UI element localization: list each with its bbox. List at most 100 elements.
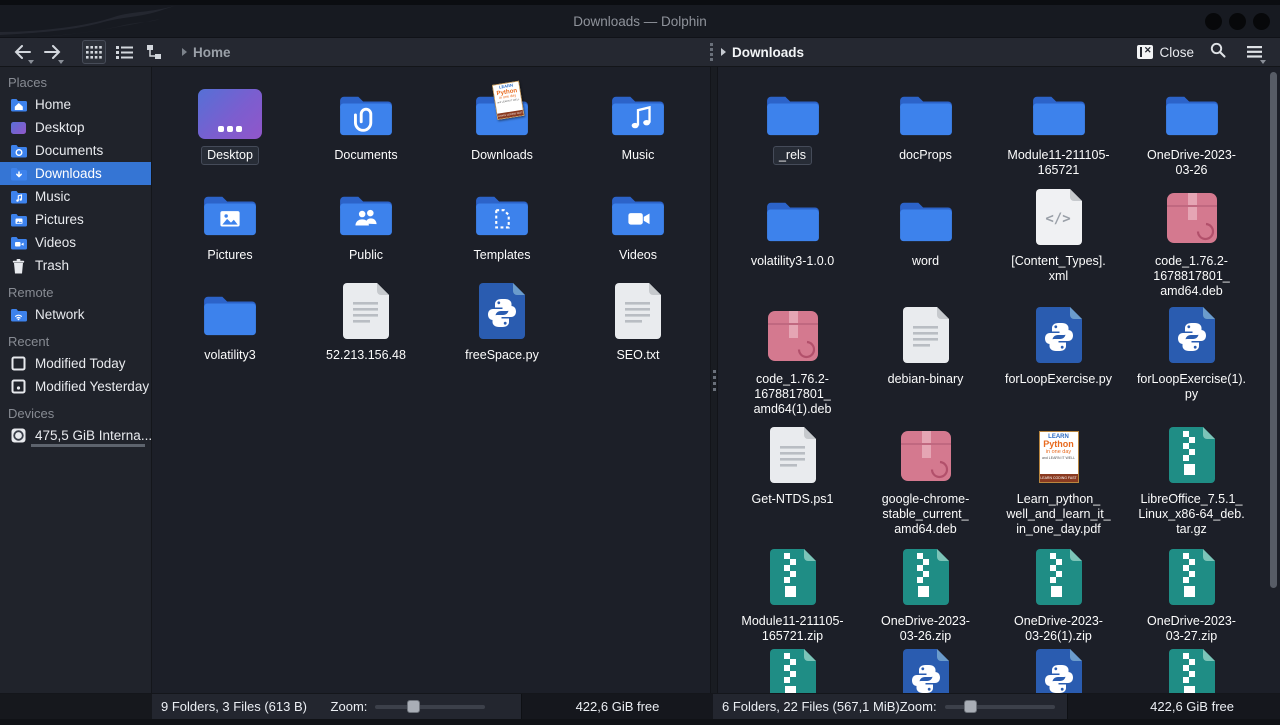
file-item[interactable] (726, 649, 859, 693)
deb-package-icon (1165, 189, 1219, 245)
file-item[interactable]: OneDrive-2023- 03-26(1).zip (992, 549, 1125, 649)
zoom-label: Zoom: (331, 699, 368, 714)
search-button[interactable] (1210, 42, 1226, 63)
sidebar-item-documents[interactable]: Documents (0, 139, 151, 162)
zoom-slider[interactable] (945, 705, 1055, 709)
file-item[interactable]: Module11-211105- 165721.zip (726, 549, 859, 649)
file-label: Learn_python_ well_and_learn_it_ in_one_… (1000, 490, 1116, 539)
breadcrumb[interactable]: Home (182, 45, 231, 60)
sidebar-item-475-5-gib-interna[interactable]: 475,5 GiB Interna... (0, 424, 151, 447)
sidebar-item-trash[interactable]: Trash (0, 254, 151, 277)
file-label: Downloads (465, 146, 539, 165)
file-item[interactable]: code_1.76.2- 1678817801_ amd64.deb (1125, 189, 1258, 307)
file-label: google-chrome- stable_current_ amd64.deb (876, 490, 976, 539)
file-item[interactable]: docProps (859, 83, 992, 189)
left-statusbar: 9 Folders, 3 Files (613 B) Zoom: 422,6 G… (152, 694, 713, 719)
file-label: forLoopExercise.py (999, 370, 1118, 389)
close-window-button[interactable] (1253, 13, 1270, 30)
file-item[interactable] (1125, 649, 1258, 693)
file-label: OneDrive-2023- 03-27.zip (1141, 612, 1242, 646)
forward-history-caret (58, 60, 64, 64)
disk-device-icon (9, 427, 27, 444)
sidebar-item-network[interactable]: Network (0, 303, 151, 326)
file-item[interactable]: google-chrome- stable_current_ amd64.deb (859, 427, 992, 549)
folder-icon (763, 83, 823, 139)
maximize-button[interactable] (1229, 13, 1246, 30)
videos-icon (9, 236, 27, 250)
sidebar-section-header: Remote (0, 277, 151, 303)
scrollbar-thumb[interactable] (1270, 72, 1277, 588)
panel-splitter[interactable] (710, 67, 718, 693)
file-item[interactable]: volatility3 (162, 283, 298, 383)
file-item[interactable]: LEARNPython in one dayand LEARN IT WELL … (434, 83, 570, 183)
list-view-button[interactable] (112, 40, 136, 64)
sidebar-item-videos[interactable]: Videos (0, 231, 151, 254)
file-item[interactable]: Public (298, 183, 434, 283)
breadcrumb-arrow-icon (182, 48, 187, 56)
file-item[interactable]: code_1.76.2- 1678817801_ amd64(1).deb (726, 307, 859, 427)
file-item[interactable]: forLoopExercise.py (992, 307, 1125, 427)
sidebar-item-modified-today[interactable]: Modified Today (0, 352, 151, 375)
close-split-label: Close (1159, 45, 1194, 60)
close-split-view-button[interactable]: Close (1137, 45, 1194, 60)
file-item[interactable]: LEARNPython in one dayand LEARN IT WELL … (992, 427, 1125, 549)
file-label: Module11-211105- 165721.zip (735, 612, 849, 646)
sidebar-item-downloads[interactable]: Downloads (0, 162, 151, 185)
minimize-button[interactable] (1205, 13, 1222, 30)
breadcrumb-home[interactable]: Home (193, 45, 231, 60)
menu-button[interactable] (1242, 40, 1266, 64)
sidebar-item-music[interactable]: Music (0, 185, 151, 208)
breadcrumb-right[interactable]: Downloads (721, 45, 804, 60)
sidebar-item-label: Modified Today (35, 356, 126, 371)
sidebar-item-home[interactable]: Home (0, 93, 151, 116)
folder-icon (896, 83, 956, 139)
file-item[interactable]: OneDrive-2023- 03-27.zip (1125, 549, 1258, 649)
file-item[interactable]: Module11-211105- 165721 (992, 83, 1125, 189)
archive-file-icon (1169, 549, 1215, 605)
icons-view-button[interactable] (82, 40, 106, 64)
file-item[interactable]: 52.213.156.48 (298, 283, 434, 383)
back-button[interactable] (10, 40, 34, 64)
sidebar-item-label: Documents (35, 143, 103, 158)
python-file-icon (479, 283, 525, 339)
sidebar-item-desktop[interactable]: Desktop (0, 116, 151, 139)
file-item[interactable]: volatility3-1.0.0 (726, 189, 859, 307)
forward-button[interactable] (40, 40, 64, 64)
sidebar-item-modified-yesterday[interactable]: Modified Yesterday (0, 375, 151, 398)
close-split-icon (1137, 45, 1153, 59)
file-item[interactable]: debian-binary (859, 307, 992, 427)
file-item[interactable]: Videos (570, 183, 706, 283)
sidebar-item-label: 475,5 GiB Interna... (35, 428, 152, 443)
zoom-slider-handle[interactable] (964, 700, 977, 713)
details-view-button[interactable] (142, 40, 166, 64)
sidebar-item-label: Trash (35, 258, 69, 273)
file-item[interactable]: Documents (298, 83, 434, 183)
free-space-gauge: 422,6 GiB free (1067, 694, 1280, 719)
file-item[interactable]: LibreOffice_7.5.1_ Linux_x86-64_deb. tar… (1125, 427, 1258, 549)
file-item[interactable]: Music (570, 83, 706, 183)
file-item[interactable]: word (859, 189, 992, 307)
zoom-slider-handle[interactable] (407, 700, 420, 713)
file-item[interactable]: _rels (726, 83, 859, 189)
file-item[interactable]: Templates (434, 183, 570, 283)
python-book-cover: LEARNPython in one dayand LEARN IT WELL … (492, 81, 524, 120)
file-item[interactable]: </>[Content_Types]. xml (992, 189, 1125, 307)
toolbar-splitter-grip[interactable] (710, 43, 713, 61)
file-item[interactable]: OneDrive-2023- 03-26 (1125, 83, 1258, 189)
python-file-icon (1036, 307, 1082, 363)
file-item[interactable] (859, 649, 992, 693)
file-item[interactable]: freeSpace.py (434, 283, 570, 383)
file-item[interactable]: forLoopExercise(1). py (1125, 307, 1258, 427)
status-sidebar-gap (0, 694, 152, 719)
sidebar-item-pictures[interactable]: Pictures (0, 208, 151, 231)
zoom-slider[interactable] (375, 705, 485, 709)
archive-file-icon (1036, 549, 1082, 605)
file-label: Desktop (201, 146, 259, 165)
file-item[interactable] (992, 649, 1125, 693)
file-item[interactable]: Pictures (162, 183, 298, 283)
file-item[interactable]: Get-NTDS.ps1 (726, 427, 859, 549)
breadcrumb-downloads[interactable]: Downloads (732, 45, 804, 60)
file-item[interactable]: OneDrive-2023- 03-26.zip (859, 549, 992, 649)
file-item[interactable]: SEO.txt (570, 283, 706, 383)
file-item[interactable]: Desktop (162, 83, 298, 183)
